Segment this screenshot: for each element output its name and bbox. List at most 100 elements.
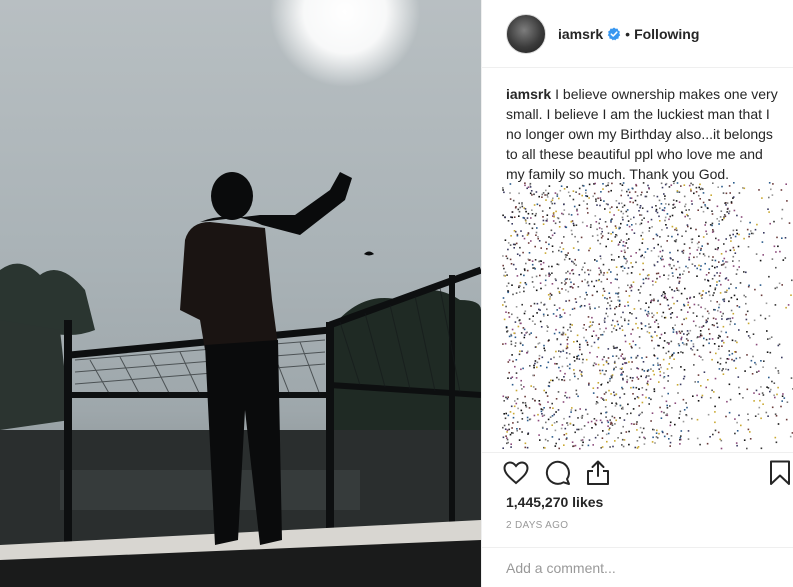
- noise-pixel: [595, 198, 597, 200]
- noise-pixel: [527, 212, 530, 215]
- noise-pixel: [526, 419, 529, 422]
- noise-pixel: [767, 415, 769, 417]
- noise-pixel: [527, 242, 530, 244]
- noise-pixel: [546, 194, 548, 196]
- noise-pixel: [692, 343, 695, 345]
- noise-pixel: [558, 447, 560, 450]
- noise-pixel: [663, 209, 666, 212]
- noise-pixel: [620, 316, 622, 319]
- noise-pixel: [630, 412, 632, 415]
- noise-pixel: [600, 199, 602, 201]
- noise-pixel: [577, 417, 579, 419]
- noise-pixel: [701, 297, 703, 299]
- noise-pixel: [677, 249, 679, 252]
- comment-button[interactable]: [544, 459, 572, 487]
- username-link[interactable]: iamsrk: [558, 26, 603, 42]
- noise-pixel: [506, 429, 509, 431]
- noise-pixel: [520, 273, 522, 276]
- noise-pixel: [630, 368, 632, 370]
- noise-pixel: [565, 289, 567, 291]
- noise-pixel: [708, 312, 710, 315]
- noise-pixel: [621, 325, 623, 327]
- noise-pixel: [533, 193, 535, 196]
- noise-pixel: [531, 260, 534, 262]
- noise-pixel: [636, 396, 639, 398]
- noise-pixel: [525, 222, 527, 224]
- noise-pixel: [506, 257, 509, 260]
- save-button[interactable]: [768, 459, 792, 487]
- noise-pixel: [725, 204, 727, 206]
- noise-pixel: [574, 409, 577, 412]
- following-button[interactable]: Following: [634, 26, 699, 42]
- noise-pixel: [666, 404, 668, 407]
- noise-pixel: [716, 272, 718, 274]
- comment-input[interactable]: [506, 559, 766, 576]
- noise-pixel: [605, 203, 608, 205]
- noise-pixel: [570, 330, 572, 332]
- noise-pixel: [774, 396, 776, 399]
- noise-pixel: [547, 192, 550, 195]
- noise-pixel: [653, 264, 656, 267]
- noise-pixel: [505, 255, 508, 257]
- noise-pixel: [552, 379, 554, 382]
- noise-pixel: [538, 195, 540, 198]
- noise-pixel: [543, 315, 545, 317]
- noise-pixel: [743, 237, 745, 240]
- noise-pixel: [759, 399, 761, 402]
- noise-pixel: [652, 428, 654, 431]
- noise-pixel: [631, 379, 634, 382]
- noise-pixel: [630, 289, 633, 292]
- noise-pixel: [601, 446, 604, 448]
- noise-pixel: [519, 285, 521, 287]
- noise-pixel: [581, 375, 583, 377]
- noise-pixel: [718, 303, 721, 306]
- noise-pixel: [638, 414, 640, 417]
- noise-pixel: [588, 382, 590, 385]
- noise-pixel: [599, 328, 601, 330]
- post-media[interactable]: [0, 0, 481, 587]
- avatar[interactable]: [506, 13, 546, 54]
- noise-pixel: [595, 401, 598, 403]
- noise-pixel: [643, 217, 645, 219]
- noise-pixel: [676, 182, 679, 184]
- noise-pixel: [662, 258, 664, 261]
- noise-pixel: [585, 195, 587, 197]
- noise-pixel: [663, 435, 666, 438]
- noise-pixel: [758, 370, 760, 372]
- noise-pixel: [558, 249, 560, 252]
- noise-pixel: [745, 313, 747, 316]
- noise-pixel: [736, 444, 738, 447]
- noise-pixel: [658, 381, 660, 383]
- noise-pixel: [507, 282, 510, 285]
- noise-pixel: [652, 364, 655, 366]
- noise-pixel: [648, 274, 650, 276]
- noise-pixel: [628, 361, 630, 363]
- noise-pixel: [643, 443, 646, 445]
- noise-pixel: [723, 300, 725, 303]
- like-button[interactable]: [502, 459, 530, 487]
- noise-pixel: [530, 217, 532, 219]
- noise-pixel: [579, 296, 581, 298]
- caption-username[interactable]: iamsrk: [506, 86, 551, 102]
- noise-pixel: [601, 369, 604, 372]
- noise-pixel: [717, 309, 719, 312]
- noise-pixel: [672, 259, 674, 261]
- noise-pixel: [510, 333, 512, 336]
- noise-pixel: [553, 332, 556, 335]
- noise-pixel: [669, 405, 671, 407]
- noise-pixel: [733, 359, 736, 362]
- noise-pixel: [531, 320, 534, 322]
- noise-pixel: [509, 198, 512, 200]
- post-timestamp[interactable]: 2 DAYS AGO: [506, 520, 568, 531]
- noise-pixel: [625, 362, 628, 364]
- noise-pixel: [777, 372, 780, 374]
- noise-pixel: [699, 198, 701, 200]
- share-button[interactable]: [584, 459, 612, 487]
- likes-count[interactable]: 1,445,270 likes: [506, 494, 603, 510]
- noise-pixel: [698, 355, 701, 357]
- noise-pixel: [596, 387, 599, 389]
- noise-pixel: [615, 347, 617, 349]
- noise-pixel: [667, 278, 670, 280]
- noise-pixel: [538, 240, 541, 242]
- noise-pixel: [682, 420, 685, 423]
